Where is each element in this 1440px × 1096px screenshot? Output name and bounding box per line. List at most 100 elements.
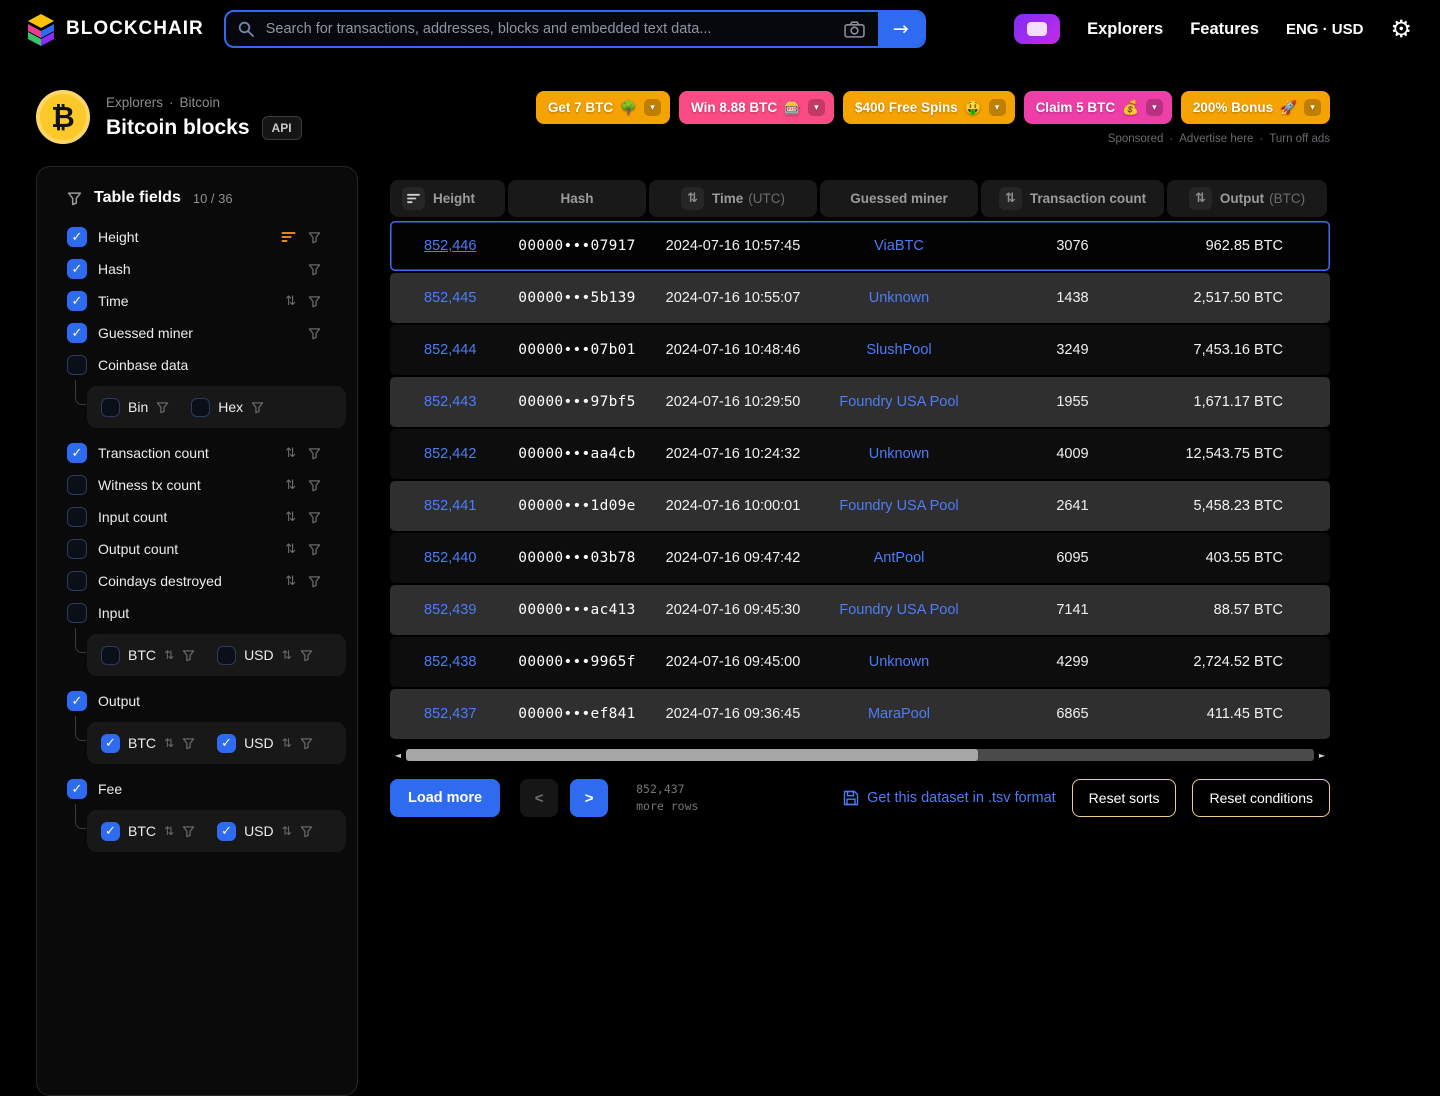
filter-icon[interactable] (251, 401, 264, 414)
sort-updown-icon[interactable]: ⇅ (285, 510, 296, 525)
block-height-link[interactable]: 852,441 (424, 498, 476, 514)
checkbox[interactable] (217, 822, 236, 841)
checkbox[interactable] (67, 227, 87, 247)
checkbox[interactable] (67, 443, 87, 463)
field-row-output-count[interactable]: Output count ⇅ (37, 533, 357, 565)
filter-icon[interactable] (300, 737, 313, 750)
field-row-fee[interactable]: Fee (37, 773, 357, 805)
block-height-link[interactable]: 852,445 (424, 290, 476, 306)
settings-gear-icon[interactable]: ⚙ (1390, 17, 1412, 41)
next-page-button[interactable]: > (570, 779, 608, 817)
ad-button[interactable]: Win 8.88 BTC 🎰 ▾ (679, 91, 834, 124)
ad-button[interactable]: Claim 5 BTC 💰 ▾ (1024, 91, 1172, 124)
field-row-coindays-destroyed[interactable]: Coindays destroyed ⇅ (37, 565, 357, 597)
scrollbar-track[interactable] (406, 749, 1314, 761)
sort-updown-icon[interactable]: ⇅ (282, 824, 292, 838)
block-height-link[interactable]: 852,439 (424, 602, 476, 618)
filter-icon[interactable] (156, 401, 169, 414)
field-row-hash[interactable]: Hash (37, 253, 357, 285)
breadcrumb-explorers[interactable]: Explorers (106, 95, 163, 110)
subfield-output-usd[interactable]: USD ⇅ (217, 734, 313, 753)
reset-conditions-button[interactable]: Reset conditions (1192, 779, 1330, 817)
block-height-link[interactable]: 852,443 (424, 394, 476, 410)
checkbox[interactable] (217, 734, 236, 753)
miner-link[interactable]: Foundry USA Pool (839, 394, 958, 410)
sort-updown-icon[interactable]: ⇅ (164, 824, 174, 838)
miner-link[interactable]: ViaBTC (874, 238, 924, 254)
miner-link[interactable]: Foundry USA Pool (839, 602, 958, 618)
turn-off-ads-link[interactable]: Turn off ads (1269, 133, 1330, 145)
checkbox[interactable] (101, 822, 120, 841)
download-tsv-link[interactable]: Get this dataset in .tsv format (843, 790, 1056, 806)
column-header-transaction-count[interactable]: ⇅ Transaction count (981, 180, 1164, 217)
checkbox[interactable] (67, 475, 87, 495)
search-submit-button[interactable]: → (878, 12, 924, 46)
checkbox[interactable] (217, 646, 236, 665)
subfield-input-btc[interactable]: BTC ⇅ (101, 646, 195, 665)
filter-icon[interactable] (182, 737, 195, 750)
filter-icon[interactable] (182, 649, 195, 662)
ad-button[interactable]: Get 7 BTC 🌳 ▾ (536, 91, 670, 124)
sort-updown-icon[interactable]: ⇅ (285, 294, 296, 309)
filter-icon[interactable] (308, 447, 321, 460)
checkbox[interactable] (191, 398, 210, 417)
ad-button[interactable]: 200% Bonus 🚀 ▾ (1181, 91, 1330, 124)
prev-page-button[interactable]: < (520, 779, 558, 817)
field-row-transaction-count[interactable]: Transaction count ⇅ (37, 437, 357, 469)
subfield-fee-btc[interactable]: BTC ⇅ (101, 822, 195, 841)
subfield-bin[interactable]: Bin (101, 398, 169, 417)
field-row-time[interactable]: Time ⇅ (37, 285, 357, 317)
subfield-output-btc[interactable]: BTC ⇅ (101, 734, 195, 753)
column-header-hash[interactable]: Hash (508, 180, 646, 217)
column-header-output[interactable]: ⇅ Output (BTC) (1167, 180, 1327, 217)
filter-icon[interactable] (182, 825, 195, 838)
ad-button[interactable]: $400 Free Spins 🤑 ▾ (843, 91, 1015, 124)
miner-link[interactable]: Unknown (869, 290, 929, 306)
checkbox[interactable] (67, 507, 87, 527)
camera-icon[interactable] (844, 21, 865, 38)
checkbox[interactable] (67, 779, 87, 799)
subfield-hex[interactable]: Hex (191, 398, 264, 417)
column-header-time[interactable]: ⇅ Time (UTC) (649, 180, 817, 217)
column-header-height[interactable]: Height (390, 180, 505, 217)
nft-gallery-icon[interactable] (1014, 14, 1060, 44)
scroll-left-icon[interactable]: ◄ (390, 747, 406, 763)
sort-updown-icon[interactable]: ⇅ (164, 648, 174, 662)
api-badge[interactable]: API (262, 116, 302, 140)
field-row-witness-tx-count[interactable]: Witness tx count ⇅ (37, 469, 357, 501)
filter-icon[interactable] (308, 327, 321, 340)
locale-selector[interactable]: ENG · USD (1286, 21, 1364, 38)
miner-link[interactable]: Unknown (869, 654, 929, 670)
block-height-link[interactable]: 852,446 (424, 238, 476, 254)
sort-updown-icon[interactable]: ⇅ (285, 542, 296, 557)
search-input[interactable] (264, 20, 831, 38)
miner-link[interactable]: SlushPool (866, 342, 931, 358)
sort-updown-icon[interactable]: ⇅ (285, 446, 296, 461)
nav-features[interactable]: Features (1190, 20, 1259, 39)
field-row-input-count[interactable]: Input count ⇅ (37, 501, 357, 533)
field-row-output[interactable]: Output (37, 685, 357, 717)
filter-icon[interactable] (308, 231, 321, 244)
advertise-here-link[interactable]: Advertise here (1179, 133, 1253, 145)
checkbox[interactable] (101, 646, 120, 665)
filter-icon[interactable] (308, 543, 321, 556)
subfield-fee-usd[interactable]: USD ⇅ (217, 822, 313, 841)
miner-link[interactable]: Foundry USA Pool (839, 498, 958, 514)
filter-icon[interactable] (308, 263, 321, 276)
checkbox[interactable] (67, 323, 87, 343)
field-row-coinbase-data[interactable]: Coinbase data (37, 349, 357, 381)
field-row-height[interactable]: Height (37, 221, 357, 253)
checkbox[interactable] (67, 291, 87, 311)
nav-explorers[interactable]: Explorers (1087, 20, 1163, 39)
filter-icon[interactable] (300, 649, 313, 662)
block-height-link[interactable]: 852,444 (424, 342, 476, 358)
block-height-link[interactable]: 852,438 (424, 654, 476, 670)
checkbox[interactable] (101, 398, 120, 417)
sort-updown-icon[interactable]: ⇅ (282, 736, 292, 750)
checkbox[interactable] (67, 355, 87, 375)
sort-updown-icon[interactable]: ⇅ (164, 736, 174, 750)
scroll-right-icon[interactable]: ► (1314, 747, 1330, 763)
breadcrumb-bitcoin[interactable]: Bitcoin (180, 95, 221, 110)
checkbox[interactable] (67, 539, 87, 559)
column-header-guessed-miner[interactable]: Guessed miner (820, 180, 978, 217)
